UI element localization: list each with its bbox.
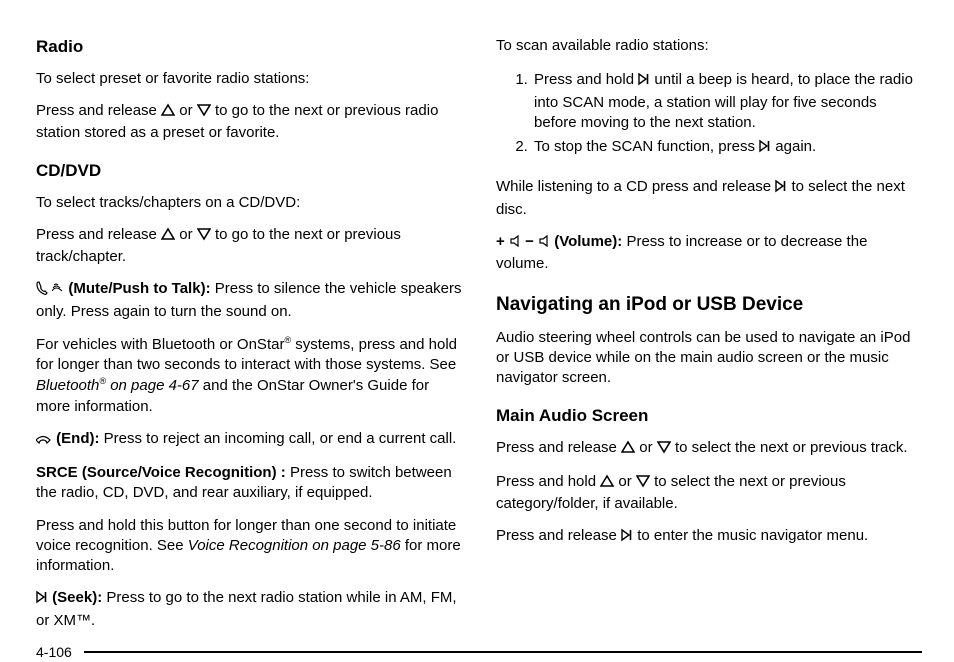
volume-label: (Volume): (554, 233, 622, 250)
scan-step-1: Press and hold until a beep is heard, to… (532, 70, 922, 133)
main-audio-p1: Press and release or to select the next … (496, 438, 922, 460)
radio-intro: To select preset or favorite radio stati… (36, 69, 462, 89)
triangle-up-icon (161, 103, 175, 123)
navigating-heading: Navigating an iPod or USB Device (496, 292, 922, 318)
manual-page: Radio To select preset or favorite radio… (0, 0, 954, 638)
text: Press and hold (496, 473, 600, 490)
text: or (179, 226, 197, 243)
voice-recognition-paragraph: Press and hold this button for longer th… (36, 516, 462, 577)
end-paragraph: (End): Press to reject an incoming call,… (36, 429, 462, 451)
scan-step-2: To stop the SCAN function, press again. (532, 137, 922, 159)
right-column: To scan available radio stations: Press … (496, 36, 922, 637)
seek-next-icon (36, 590, 48, 610)
hang-up-icon (36, 431, 52, 451)
text: Press and release (36, 226, 161, 243)
cd-next-disc-paragraph: While listening to a CD press and releas… (496, 177, 922, 220)
page-footer: 4-106 (36, 637, 922, 662)
text: Press and release (496, 439, 621, 456)
text: Press and release (496, 527, 621, 544)
text: Press to reject an incoming call, or end… (104, 430, 457, 447)
voice-recognition-cross-ref: Voice Recognition on page 5-86 (188, 537, 401, 554)
cd-press-release: Press and release or to go to the next o… (36, 225, 462, 268)
text: Press to increase or to decrease the vol… (496, 233, 867, 272)
navigating-intro: Audio steering wheel controls can be use… (496, 328, 922, 389)
main-audio-p3: Press and release to enter the music nav… (496, 526, 922, 548)
srce-label: SRCE (Source/Voice Recognition) (36, 464, 277, 481)
text: to select the next or previous track. (675, 439, 908, 456)
triangle-down-icon (197, 227, 211, 247)
text: For vehicles with Bluetooth or OnStar (36, 336, 284, 353)
radio-press-release: Press and release or to go to the next o… (36, 101, 462, 144)
triangle-down-icon (657, 440, 671, 460)
srce-paragraph: SRCE (Source/Voice Recognition) : Press … (36, 463, 462, 504)
voice-wave-icon (52, 281, 64, 301)
text: or (179, 102, 197, 119)
scan-steps-list: Press and hold until a beep is heard, to… (496, 66, 922, 163)
seek-next-icon (621, 528, 633, 548)
mute-paragraph: (Mute/Push to Talk): Press to silence th… (36, 279, 462, 322)
scan-intro: To scan available radio stations: (496, 36, 922, 56)
cd-intro: To select tracks/chapters on a CD/DVD: (36, 193, 462, 213)
text: Press and release (36, 102, 161, 119)
phone-icon (36, 281, 48, 301)
seek-paragraph: (Seek): Press to go to the next radio st… (36, 588, 462, 631)
volume-paragraph: + − (Volume): Press to increase or to de… (496, 232, 922, 275)
seek-next-icon (638, 72, 650, 92)
triangle-up-icon (621, 440, 635, 460)
seek-label: (Seek): (52, 589, 102, 606)
colon: : (277, 464, 286, 481)
minus-symbol: − (525, 233, 538, 250)
text: Press and hold (534, 71, 638, 88)
mute-label: (Mute/Push to Talk): (68, 280, 210, 297)
seek-next-icon (775, 179, 787, 199)
two-column-layout: Radio To select preset or favorite radio… (36, 36, 922, 637)
speaker-icon (509, 234, 521, 254)
main-audio-heading: Main Audio Screen (496, 405, 922, 428)
radio-heading: Radio (36, 36, 462, 59)
bluetooth-cross-ref: Bluetooth® on page 4-67 (36, 377, 199, 394)
bluetooth-paragraph: For vehicles with Bluetooth or OnStar® s… (36, 334, 462, 417)
triangle-down-icon (636, 474, 650, 494)
triangle-up-icon (600, 474, 614, 494)
left-column: Radio To select preset or favorite radio… (36, 36, 462, 637)
text: While listening to a CD press and releas… (496, 178, 775, 195)
text: To stop the SCAN function, press (534, 138, 759, 155)
seek-next-icon (759, 139, 771, 159)
triangle-down-icon (197, 103, 211, 123)
speaker-icon (538, 234, 550, 254)
page-number: 4-106 (36, 643, 72, 662)
text: or (639, 439, 657, 456)
end-label: (End): (56, 430, 99, 447)
plus-symbol: + (496, 233, 509, 250)
footer-rule (84, 651, 922, 653)
triangle-up-icon (161, 227, 175, 247)
main-audio-p2: Press and hold or to select the next or … (496, 472, 922, 515)
text: to enter the music navigator menu. (637, 527, 868, 544)
cd-dvd-heading: CD/DVD (36, 160, 462, 183)
text: or (618, 473, 636, 490)
text: again. (775, 138, 816, 155)
